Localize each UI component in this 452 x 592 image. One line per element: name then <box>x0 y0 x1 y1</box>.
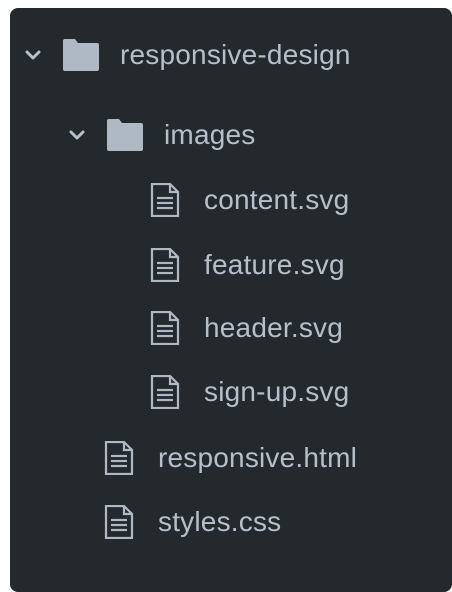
tree-item-label: header.svg <box>204 312 343 343</box>
tree-item-images-folder[interactable]: images <box>66 111 255 159</box>
chevron-down-icon[interactable] <box>66 124 88 146</box>
folder-icon <box>62 38 100 72</box>
tree-item-file[interactable]: styles.css <box>104 498 281 546</box>
tree-item-label: feature.svg <box>204 249 345 280</box>
tree-item-label: responsive.html <box>158 442 358 473</box>
tree-item-file[interactable]: responsive.html <box>104 434 357 482</box>
tree-item-label: styles.css <box>158 506 282 537</box>
folder-icon <box>106 118 144 152</box>
tree-item-file[interactable]: sign-up.svg <box>150 368 349 416</box>
tree-item-label: responsive-design <box>120 39 351 70</box>
file-icon <box>104 440 134 476</box>
chevron-down-icon[interactable] <box>22 44 44 66</box>
tree-item-label: sign-up.svg <box>204 376 350 407</box>
tree-item-root-folder[interactable]: responsive-design <box>22 31 351 79</box>
tree-item-file[interactable]: content.svg <box>150 176 349 224</box>
tree-item-file[interactable]: feature.svg <box>150 241 345 289</box>
tree-item-file[interactable]: header.svg <box>150 304 343 352</box>
tree-item-label: images <box>164 119 256 150</box>
file-icon <box>150 310 180 346</box>
file-icon <box>150 182 180 218</box>
file-tree-panel: responsive-design images content.svg fea… <box>10 8 452 592</box>
tree-item-label: content.svg <box>204 184 350 215</box>
file-icon <box>150 374 180 410</box>
file-icon <box>104 504 134 540</box>
file-icon <box>150 247 180 283</box>
